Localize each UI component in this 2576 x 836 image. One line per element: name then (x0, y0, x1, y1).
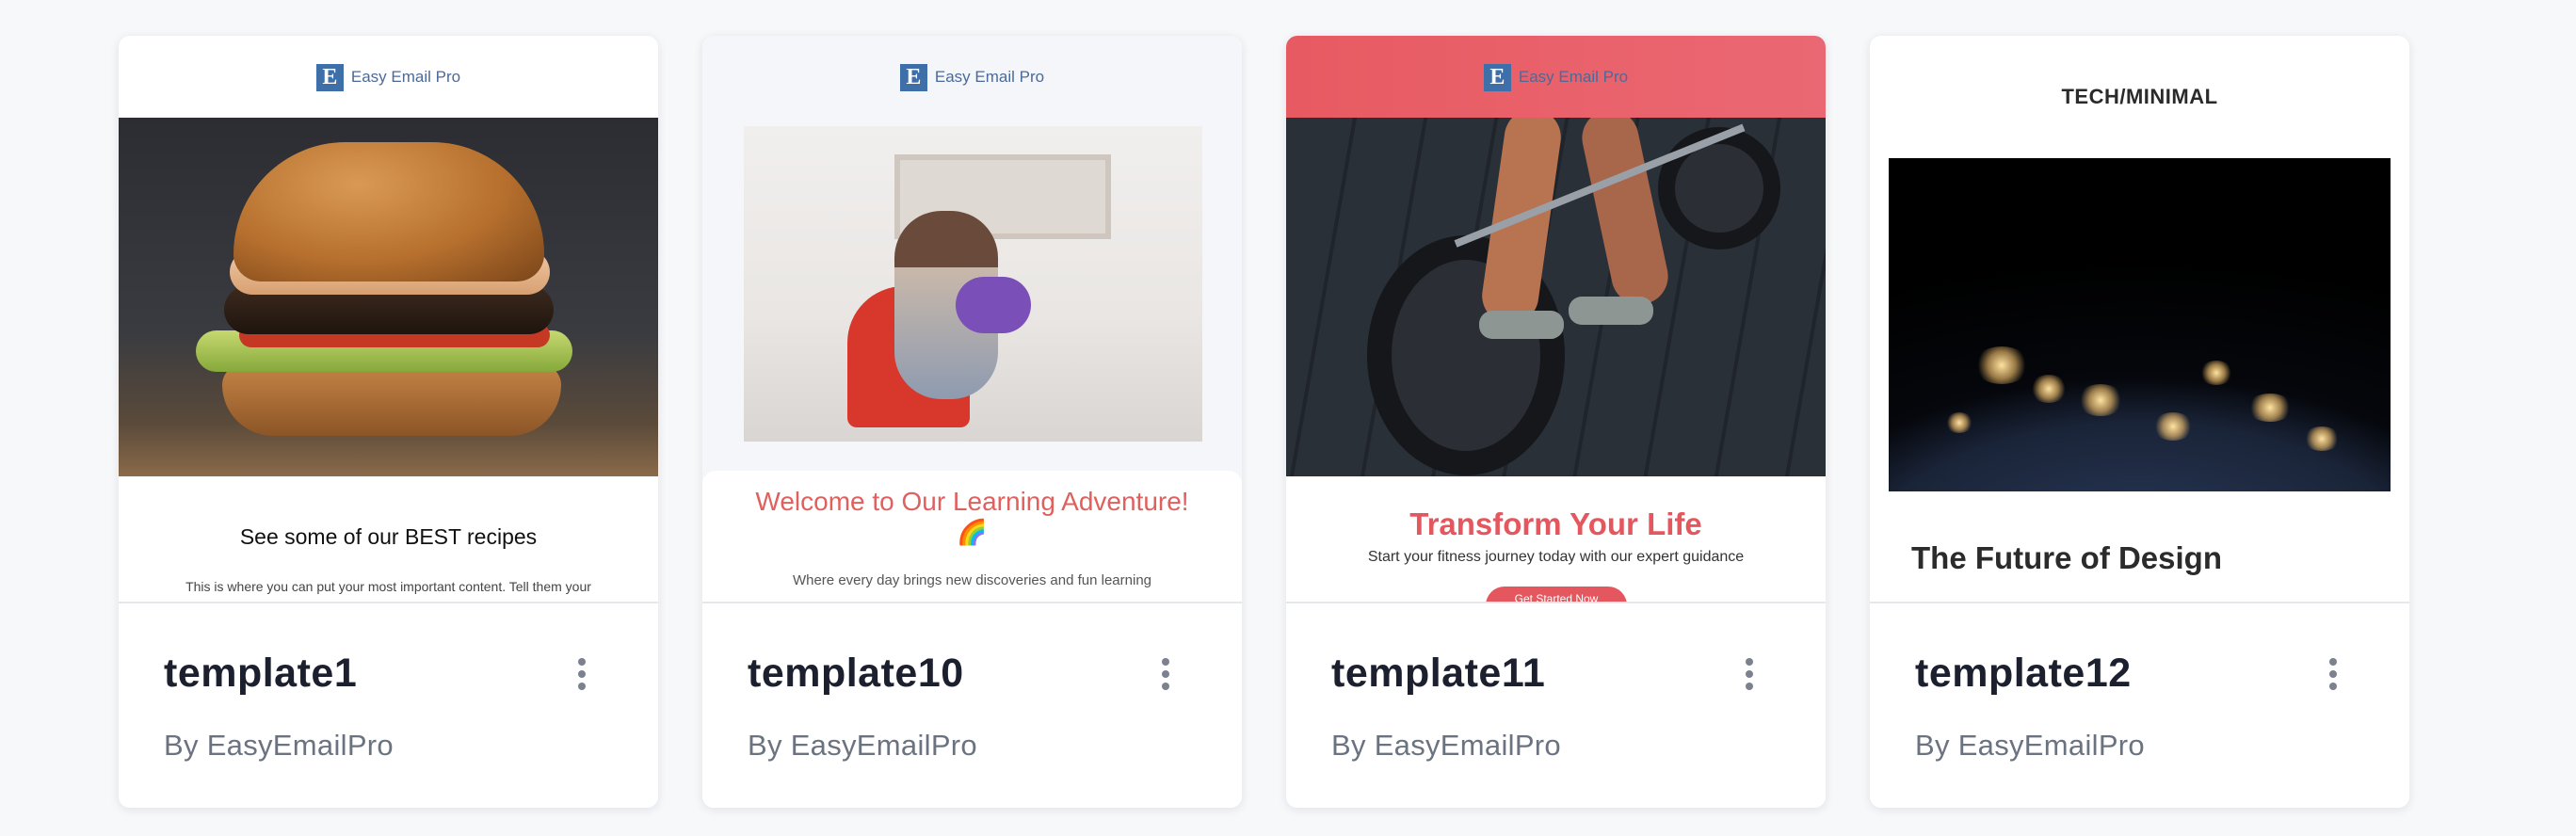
preview-category-label: TECH/MINIMAL (2061, 85, 2218, 108)
template-card-template1[interactable]: E Easy Email Pro See some of our BEST re… (119, 36, 658, 808)
more-vertical-icon[interactable] (1738, 658, 1761, 696)
brand-name: Easy Email Pro (1518, 68, 1629, 86)
brand-header: E Easy Email Pro (1286, 62, 1826, 92)
preview-headline: See some of our BEST recipes (239, 524, 538, 549)
template-name: template11 (1331, 651, 1546, 696)
template-preview[interactable]: E Easy Email Pro See some of our BEST re… (119, 36, 658, 602)
more-vertical-icon[interactable] (1154, 658, 1177, 696)
brand-logo-icon: E (315, 63, 344, 91)
preview-headline: Transform Your Life (1409, 506, 1702, 541)
template-name: template10 (748, 651, 964, 696)
child-playing-image (744, 126, 1202, 442)
card-footer: template10 By EasyEmailPro (702, 602, 1242, 808)
more-vertical-icon[interactable] (571, 658, 593, 696)
get-started-button: Get Started Now (1486, 587, 1627, 602)
brand-header: E Easy Email Pro (702, 62, 1242, 92)
preview-headline: The Future of Design (1911, 540, 2222, 575)
earth-night-image (1889, 158, 2391, 491)
preview-headline: Welcome to Our Learning Adventure! (755, 487, 1189, 516)
brand-header: E Easy Email Pro (119, 62, 658, 92)
template-author: By EasyEmailPro (1331, 729, 1561, 762)
burger-image (119, 118, 658, 476)
preview-body: This is where you can put your most impo… (185, 579, 591, 594)
preview-body: Start your fitness journey today with ou… (1367, 549, 1745, 565)
card-footer: template11 By EasyEmailPro (1286, 602, 1826, 808)
brand-logo-icon: E (899, 63, 927, 91)
template-preview[interactable]: E Easy Email Pro Transform Your Life Sta… (1286, 36, 1826, 602)
template-card-template11[interactable]: E Easy Email Pro Transform Your Life Sta… (1286, 36, 1826, 808)
template-preview[interactable]: TECH/MINIMAL The Future of Design (1870, 36, 2409, 602)
rainbow-icon: 🌈 (957, 518, 988, 546)
template-card-template10[interactable]: E Easy Email Pro Welcome to Our Learning… (702, 36, 1242, 808)
card-footer: template1 By EasyEmailPro (119, 602, 658, 808)
brand-name: Easy Email Pro (350, 68, 461, 86)
template-preview[interactable]: E Easy Email Pro Welcome to Our Learning… (702, 36, 1242, 602)
weightlifting-image (1286, 118, 1826, 476)
template-card-template12[interactable]: TECH/MINIMAL The Future of Design templa… (1870, 36, 2409, 808)
template-name: template12 (1915, 651, 2132, 696)
brand-name: Easy Email Pro (934, 68, 1045, 86)
brand-logo-icon: E (1483, 63, 1511, 91)
template-author: By EasyEmailPro (1915, 729, 2145, 762)
more-vertical-icon[interactable] (2322, 658, 2344, 696)
template-author: By EasyEmailPro (164, 729, 394, 762)
template-author: By EasyEmailPro (748, 729, 977, 762)
preview-body: Where every day brings new discoveries a… (792, 572, 1152, 588)
template-name: template1 (164, 651, 358, 696)
card-footer: template12 By EasyEmailPro (1870, 602, 2409, 808)
